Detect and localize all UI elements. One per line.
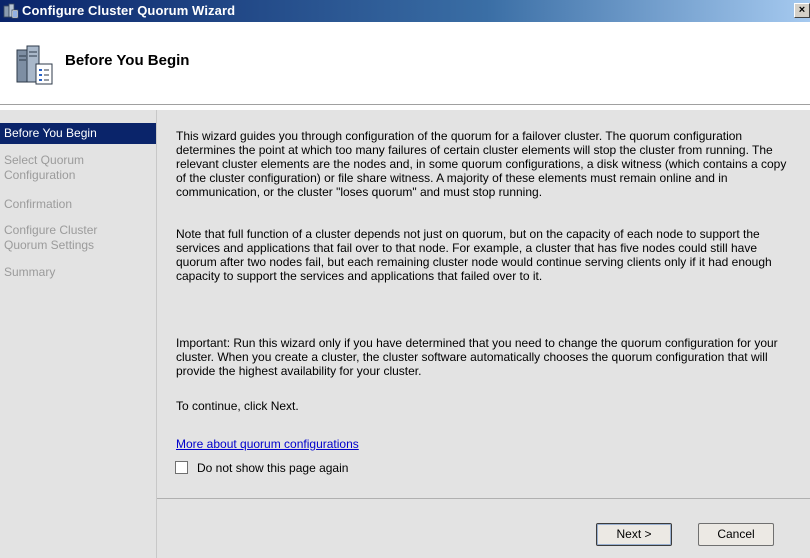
step-before-you-begin[interactable]: Before You Begin	[0, 123, 156, 144]
intro-paragraph: This wizard guides you through configura…	[176, 129, 787, 199]
steps-pane: Before You Begin Select Quorum Configura…	[0, 110, 157, 558]
next-button[interactable]: Next >	[596, 523, 672, 546]
important-paragraph: Important: Run this wizard only if you h…	[176, 336, 778, 378]
step-summary[interactable]: Summary	[0, 262, 156, 283]
do-not-show-label[interactable]: Do not show this page again	[197, 461, 348, 475]
wizard-header: Before You Begin	[0, 22, 810, 105]
quorum-configurations-link[interactable]: More about quorum configurations	[176, 437, 359, 451]
do-not-show-checkbox[interactable]	[175, 461, 188, 474]
window-title: Configure Cluster Quorum Wizard	[22, 3, 236, 18]
step-confirmation[interactable]: Confirmation	[0, 194, 156, 215]
page-title: Before You Begin	[65, 52, 190, 69]
step-select-quorum-configuration[interactable]: Select Quorum Configuration	[0, 150, 156, 186]
cluster-wizard-icon	[3, 3, 19, 19]
title-bar[interactable]: Configure Cluster Quorum Wizard ×	[0, 0, 810, 22]
close-button[interactable]: ×	[794, 3, 810, 18]
button-bar: Next > Cancel	[157, 498, 810, 558]
close-icon: ×	[798, 4, 806, 16]
step-configure-cluster-quorum-settings[interactable]: Configure Cluster Quorum Settings	[0, 220, 156, 256]
continue-instruction: To continue, click Next.	[176, 399, 299, 413]
cancel-button[interactable]: Cancel	[698, 523, 774, 546]
content-pane: This wizard guides you through configura…	[157, 110, 810, 498]
wizard-window: Configure Cluster Quorum Wizard × Before…	[0, 0, 810, 558]
wizard-servers-icon	[16, 45, 53, 85]
capacity-note-paragraph: Note that full function of a cluster dep…	[176, 227, 772, 283]
